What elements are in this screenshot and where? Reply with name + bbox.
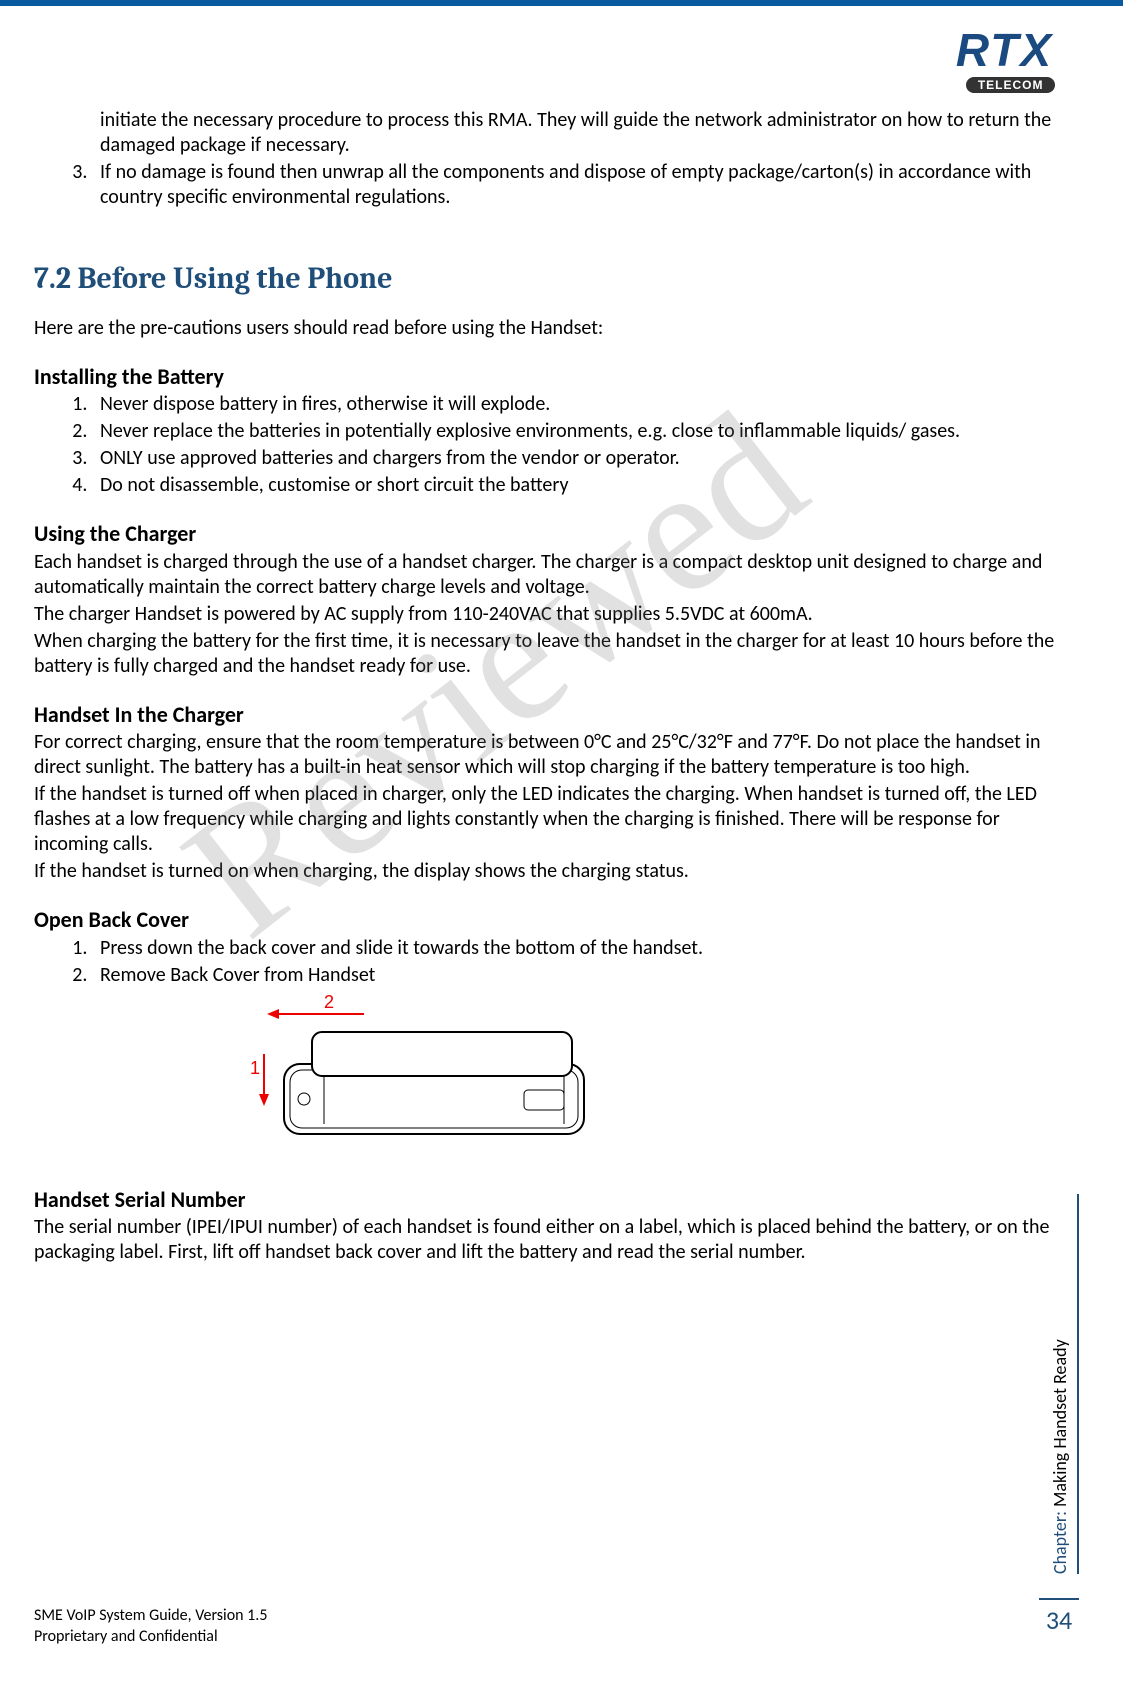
diagram-label-1: 1 — [250, 1058, 260, 1078]
body-text: If the handset is turned on when chargin… — [34, 859, 1067, 884]
logo-sub: TELECOM — [966, 77, 1056, 93]
footer: SME VoIP System Guide, Version 1.5 Propr… — [34, 1606, 267, 1648]
body-text: Each handset is charged through the use … — [34, 550, 1067, 600]
logo: RTX TELECOM — [803, 22, 1053, 77]
back-cover-diagram: 1 2 — [214, 994, 614, 1164]
body-text: If the handset is turned off when placed… — [34, 782, 1067, 857]
intro-paragraph: Here are the pre-cautions users should r… — [34, 316, 1067, 341]
list-item: Never dispose battery in fires, otherwis… — [92, 392, 1067, 417]
list-item-text: Press down the back cover and slide it t… — [100, 936, 703, 960]
list-item-text: Never dispose battery in fires, otherwis… — [100, 392, 550, 416]
diagram-svg: 1 2 — [214, 994, 614, 1164]
list-item: Do not disassemble, customise or short c… — [92, 473, 1067, 498]
list-item-text: Never replace the batteries in potential… — [100, 419, 960, 443]
list-item-text: If no damage is found then unwrap all th… — [100, 160, 1031, 209]
list-item: If no damage is found then unwrap all th… — [92, 160, 1067, 210]
subheading-open-back-cover: Open Back Cover — [34, 906, 1067, 934]
page-content: initiate the necessary procedure to proc… — [34, 108, 1067, 1267]
list-item-text: Do not disassemble, customise or short c… — [100, 473, 569, 497]
body-text: The charger Handset is powered by AC sup… — [34, 602, 1067, 627]
logo-text: RTX TELECOM — [956, 23, 1053, 77]
list-item: Remove Back Cover from Handset — [92, 963, 1067, 988]
subheading-handset-serial: Handset Serial Number — [34, 1186, 1067, 1214]
footer-line-2: Proprietary and Confidential — [34, 1627, 267, 1648]
section-heading-7-2: 7.2 Before Using the Phone — [34, 260, 1067, 298]
diagram-label-2: 2 — [324, 994, 334, 1012]
body-text: When charging the battery for the first … — [34, 629, 1067, 679]
body-text: For correct charging, ensure that the ro… — [34, 730, 1067, 780]
list-item-text: ONLY use approved batteries and chargers… — [100, 446, 680, 470]
subheading-using-charger: Using the Charger — [34, 520, 1067, 548]
list-item: Press down the back cover and slide it t… — [92, 936, 1067, 961]
list-item: Never replace the batteries in potential… — [92, 419, 1067, 444]
header-bar — [0, 0, 1123, 6]
subheading-handset-in-charger: Handset In the Charger — [34, 701, 1067, 729]
list-item-continuation: initiate the necessary procedure to proc… — [100, 108, 1051, 157]
chapter-name: Making Handset Ready — [1049, 1339, 1071, 1511]
list-item-text: Remove Back Cover from Handset — [100, 963, 375, 987]
chapter-label: Chapter: — [1049, 1511, 1071, 1574]
page-number: 34 — [1039, 1598, 1079, 1636]
logo-main: RTX — [956, 24, 1053, 76]
chapter-side-tab: Chapter: Making Handset Ready — [1049, 1194, 1079, 1574]
body-text: The serial number (IPEI/IPUI number) of … — [34, 1215, 1067, 1265]
subheading-installing-battery: Installing the Battery — [34, 363, 1067, 391]
footer-line-1: SME VoIP System Guide, Version 1.5 — [34, 1606, 267, 1627]
list-item: ONLY use approved batteries and chargers… — [92, 446, 1067, 471]
